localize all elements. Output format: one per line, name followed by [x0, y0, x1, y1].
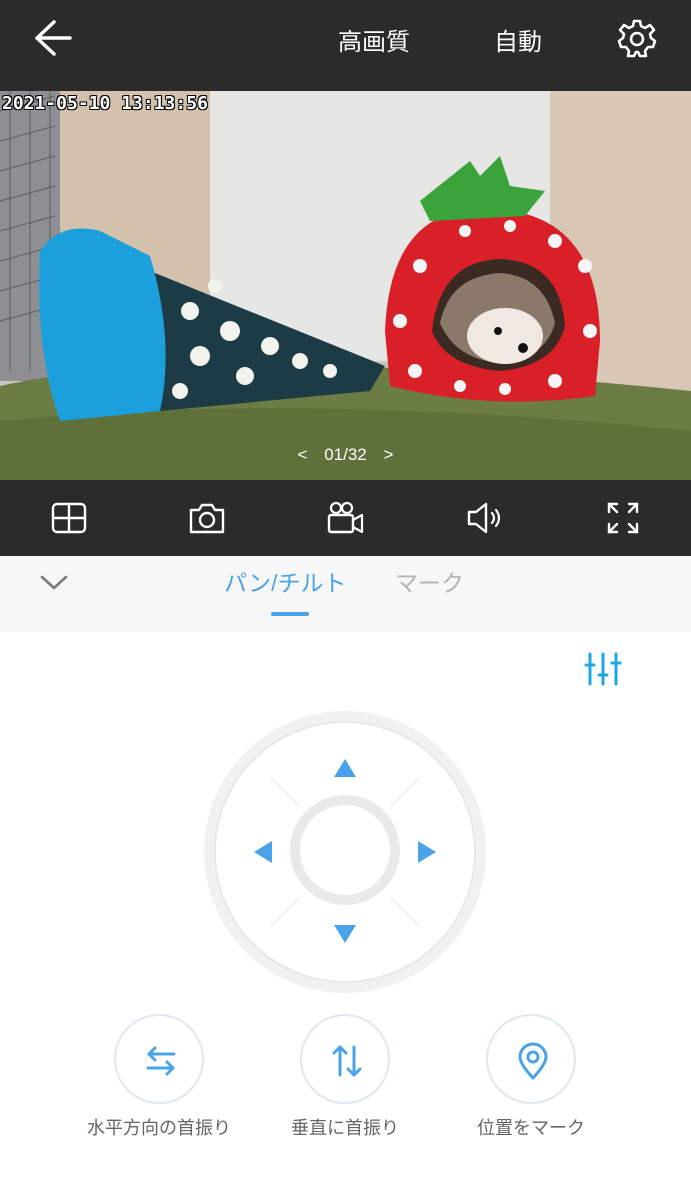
record-button[interactable] [325, 500, 365, 536]
pan-left-button[interactable] [252, 839, 274, 865]
tab-pan-tilt[interactable]: パン/チルト [224, 564, 347, 598]
arrow-left-icon [35, 20, 72, 56]
horizontal-swap-icon [146, 1046, 176, 1076]
image-pager: < 01/32 > [0, 445, 691, 465]
video-record-icon [327, 501, 364, 534]
grid-icon [51, 502, 87, 534]
top-bar: 高画質 自動 [0, 0, 691, 91]
mode-button[interactable]: 自動 [494, 22, 542, 57]
chevron-down-icon [40, 575, 68, 590]
vertical-swap-icon [332, 1045, 362, 1077]
adjust-button[interactable] [584, 651, 622, 687]
multi-view-button[interactable] [49, 500, 89, 536]
pan-right-button[interactable] [416, 839, 438, 865]
arrow-left-icon [254, 841, 272, 863]
camera-feed[interactable]: 2021-05-10 13:13:56 < 01/32 > [0, 91, 691, 480]
arrow-right-icon [418, 841, 436, 863]
video-toolbar [0, 480, 691, 556]
ptz-joystick[interactable] [202, 709, 488, 995]
settings-button[interactable] [617, 18, 657, 58]
audio-button[interactable] [465, 500, 505, 536]
control-tabs: パン/チルト マーク [0, 556, 691, 632]
mark-position-label: 位置をマーク [477, 1118, 585, 1138]
horizontal-swing-label: 水平方向の首振り [87, 1118, 231, 1138]
sliders-icon [584, 652, 622, 686]
quality-button[interactable]: 高画質 [338, 22, 410, 57]
pan-up-button[interactable] [332, 757, 358, 779]
location-pin-icon [518, 1042, 548, 1080]
pan-down-button[interactable] [332, 923, 358, 945]
active-tab-indicator [271, 612, 309, 616]
pager-prev-button[interactable]: < [298, 445, 308, 465]
horizontal-swing-button[interactable] [114, 1014, 204, 1104]
fullscreen-button[interactable] [603, 500, 643, 536]
arrow-down-icon [334, 925, 356, 943]
vertical-swing-button[interactable] [300, 1014, 390, 1104]
fullscreen-icon [607, 502, 639, 534]
collapse-button[interactable] [38, 570, 70, 594]
camera-icon [189, 503, 225, 534]
speaker-icon [467, 502, 501, 534]
pager-next-button[interactable]: > [384, 445, 394, 465]
video-timestamp: 2021-05-10 13:13:56 [2, 93, 208, 114]
arrow-up-icon [334, 759, 356, 777]
back-button[interactable] [30, 18, 76, 58]
pager-counter: 01/32 [324, 445, 367, 464]
camera-image [0, 91, 691, 480]
gear-icon [617, 19, 657, 58]
vertical-swing-label: 垂直に首振り [291, 1118, 399, 1138]
mark-position-button[interactable] [486, 1014, 576, 1104]
tab-mark[interactable]: マーク [395, 564, 464, 598]
joystick-graphic [204, 711, 486, 993]
snapshot-button[interactable] [187, 500, 227, 536]
